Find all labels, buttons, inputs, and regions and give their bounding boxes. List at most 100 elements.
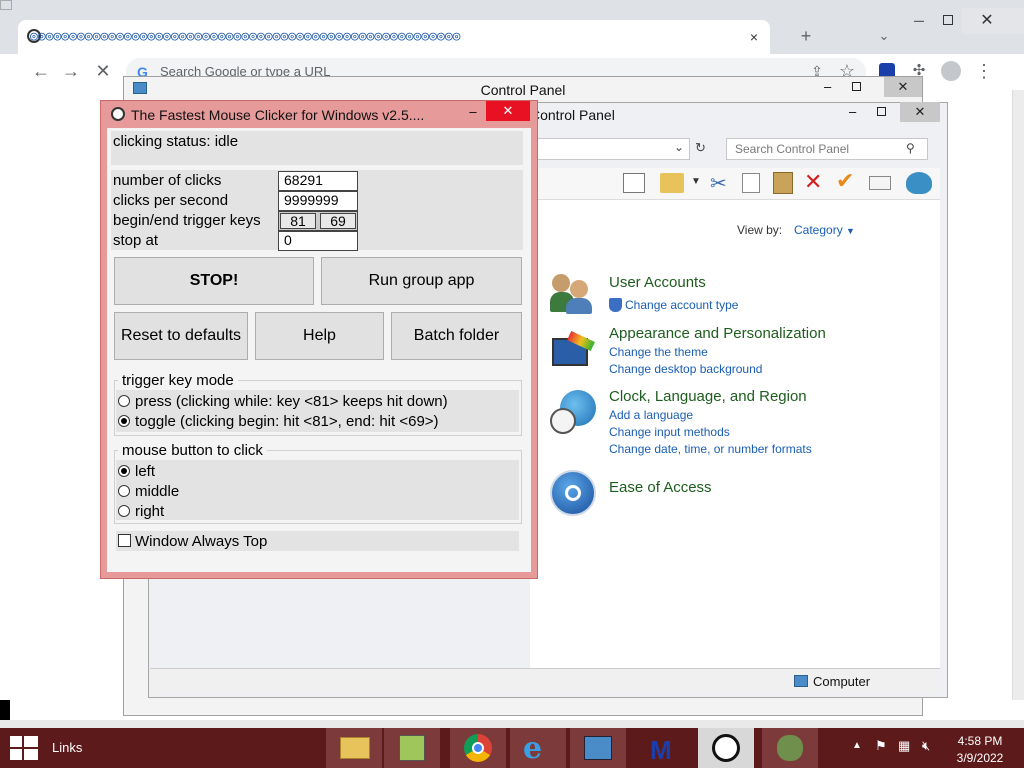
cp-back-minimize-button[interactable]: – bbox=[824, 79, 831, 94]
chevron-down-icon: ▼ bbox=[846, 226, 855, 236]
taskbar-file-explorer[interactable] bbox=[326, 728, 382, 768]
always-top-label[interactable]: Window Always Top bbox=[135, 533, 267, 550]
clock-language-region-link[interactable]: Clock, Language, and Region bbox=[609, 388, 807, 405]
press-mode-radio[interactable] bbox=[118, 395, 130, 407]
end-key-field[interactable]: 69 bbox=[320, 213, 356, 229]
address-dropdown-icon[interactable]: ⌄ bbox=[674, 140, 684, 154]
cp-back-close-button[interactable]: ✕ bbox=[884, 77, 922, 97]
chrome-minimize-button[interactable]: – bbox=[908, 10, 930, 30]
begin-key-field[interactable]: 81 bbox=[280, 213, 316, 229]
clock-time[interactable]: 4:58 PM bbox=[950, 734, 1010, 748]
copy-icon[interactable] bbox=[742, 173, 760, 193]
clicks-per-second-label: clicks per second bbox=[113, 192, 229, 209]
press-mode-label[interactable]: press (clicking while: key <81> keeps hi… bbox=[135, 393, 448, 410]
profile-avatar[interactable] bbox=[941, 61, 961, 81]
new-tab-button[interactable]: + bbox=[795, 26, 817, 46]
links-toolbar-label[interactable]: Links bbox=[52, 740, 82, 755]
layout-pane-icon[interactable] bbox=[623, 173, 645, 193]
taskbar-mouse-clicker[interactable] bbox=[698, 728, 754, 768]
middle-button-radio[interactable] bbox=[118, 485, 130, 497]
cp-search-placeholder: Search Control Panel bbox=[735, 142, 850, 156]
ease-of-access-link[interactable]: Ease of Access bbox=[609, 479, 712, 496]
cp-maximize-button[interactable] bbox=[877, 107, 886, 116]
forward-arrow-icon[interactable]: → bbox=[60, 61, 82, 81]
taskbar-internet-explorer[interactable]: e bbox=[510, 728, 566, 768]
tab-search-icon[interactable]: ⌄ bbox=[873, 26, 895, 46]
view-by-label: View by: bbox=[737, 223, 783, 237]
stop-loading-icon[interactable]: ✕ bbox=[92, 61, 114, 81]
chrome-maximize-button[interactable] bbox=[943, 15, 953, 25]
mouse-clicker-app-icon bbox=[111, 107, 125, 121]
user-accounts-icon[interactable] bbox=[550, 270, 596, 316]
add-language-link[interactable]: Add a language bbox=[609, 408, 693, 422]
back-arrow-icon[interactable]: ← bbox=[30, 61, 52, 81]
taskbar-notepad[interactable] bbox=[384, 728, 440, 768]
delete-x-icon[interactable]: ✕ bbox=[804, 169, 822, 195]
trigger-key-mode-legend: trigger key mode bbox=[118, 372, 238, 389]
computer-icon bbox=[794, 675, 808, 687]
stop-button[interactable]: STOP! bbox=[114, 257, 314, 305]
change-date-time-formats-link[interactable]: Change date, time, or number formats bbox=[609, 442, 812, 456]
cp-minimize-button[interactable]: – bbox=[849, 104, 856, 119]
taskbar-malwarebytes[interactable]: M bbox=[638, 728, 694, 768]
reset-defaults-button[interactable]: Reset to defaults bbox=[114, 312, 248, 360]
change-input-methods-link[interactable]: Change input methods bbox=[609, 425, 730, 439]
taskbar-chrome[interactable] bbox=[450, 728, 506, 768]
clock-date[interactable]: 3/9/2022 bbox=[950, 751, 1010, 765]
middle-button-label[interactable]: middle bbox=[135, 483, 179, 500]
change-theme-link[interactable]: Change the theme bbox=[609, 345, 708, 359]
help-button[interactable]: Help bbox=[255, 312, 384, 360]
clicker-close-button[interactable]: ✕ bbox=[486, 101, 530, 121]
view-by-dropdown[interactable]: Category ▼ bbox=[794, 223, 855, 237]
paste-clipboard-icon[interactable] bbox=[773, 172, 793, 194]
clicker-minimize-button[interactable]: – bbox=[466, 104, 480, 119]
right-button-radio[interactable] bbox=[118, 505, 130, 517]
left-button-label[interactable]: left bbox=[135, 463, 155, 480]
chrome-scrollbar[interactable] bbox=[1012, 90, 1024, 700]
action-center-flag-icon[interactable]: ⚑ bbox=[875, 738, 887, 754]
broken-image-icon bbox=[0, 0, 12, 10]
volume-muted-icon[interactable]: 🔇︎ bbox=[922, 738, 930, 754]
notepad-icon bbox=[399, 735, 425, 761]
taskbar-control-panel[interactable] bbox=[570, 728, 626, 768]
chrome-close-button[interactable]: ✕ bbox=[976, 11, 998, 31]
mouse-button-legend: mouse button to click bbox=[118, 442, 267, 459]
gnome-app-icon bbox=[777, 735, 803, 761]
chrome-menu-icon[interactable]: ⋮ bbox=[973, 61, 995, 81]
number-of-clicks-field[interactable]: 68291 bbox=[278, 171, 358, 191]
appearance-personalization-icon[interactable] bbox=[550, 330, 596, 376]
cp-address-bar[interactable] bbox=[530, 138, 690, 160]
left-button-radio[interactable] bbox=[118, 465, 130, 477]
right-button-label[interactable]: right bbox=[135, 503, 164, 520]
always-top-checkbox[interactable] bbox=[118, 534, 131, 547]
trigger-keys-label: begin/end trigger keys bbox=[113, 212, 261, 229]
folder-check-icon[interactable] bbox=[660, 173, 684, 193]
network-icon[interactable]: ▦ bbox=[898, 738, 910, 754]
tab-close-icon[interactable]: × bbox=[746, 30, 762, 44]
search-icon[interactable]: ⚲ bbox=[906, 141, 915, 155]
tab-title: ◎◎◎◎◎◎◎◎◎◎◎◎◎◎◎◎◎◎◎◎◎◎◎◎◎◎◎◎◎◎◎◎◎◎◎◎◎◎◎◎… bbox=[30, 29, 461, 44]
toggle-mode-radio[interactable] bbox=[118, 415, 130, 427]
run-group-app-button[interactable]: Run group app bbox=[321, 257, 522, 305]
refresh-icon[interactable]: ↻ bbox=[695, 140, 706, 156]
appearance-personalization-link[interactable]: Appearance and Personalization bbox=[609, 325, 826, 342]
tray-expand-icon[interactable]: ▲ bbox=[852, 740, 862, 751]
folder-dropdown-icon[interactable]: ▼ bbox=[691, 176, 701, 187]
taskbar-app-gnome[interactable] bbox=[762, 728, 818, 768]
cp-close-button[interactable]: ✕ bbox=[900, 102, 940, 122]
user-accounts-link[interactable]: User Accounts bbox=[609, 274, 706, 291]
change-account-type-link[interactable]: Change account type bbox=[625, 298, 738, 312]
change-desktop-background-link[interactable]: Change desktop background bbox=[609, 362, 762, 376]
rename-icon[interactable] bbox=[869, 176, 891, 190]
clock-language-region-icon[interactable] bbox=[550, 390, 596, 436]
stop-at-field[interactable]: 0 bbox=[278, 231, 358, 251]
properties-check-icon[interactable]: ✔ bbox=[836, 168, 854, 194]
share-globe-icon[interactable] bbox=[906, 172, 932, 194]
start-windows-icon[interactable] bbox=[10, 736, 38, 760]
cut-scissors-icon[interactable]: ✂ bbox=[710, 171, 727, 196]
cp-back-maximize-button[interactable] bbox=[852, 82, 861, 91]
ease-of-access-icon[interactable] bbox=[550, 470, 596, 516]
clicks-per-second-field[interactable]: 9999999 bbox=[278, 191, 358, 211]
batch-folder-button[interactable]: Batch folder bbox=[391, 312, 522, 360]
toggle-mode-label[interactable]: toggle (clicking begin: hit <81>, end: h… bbox=[135, 413, 439, 430]
